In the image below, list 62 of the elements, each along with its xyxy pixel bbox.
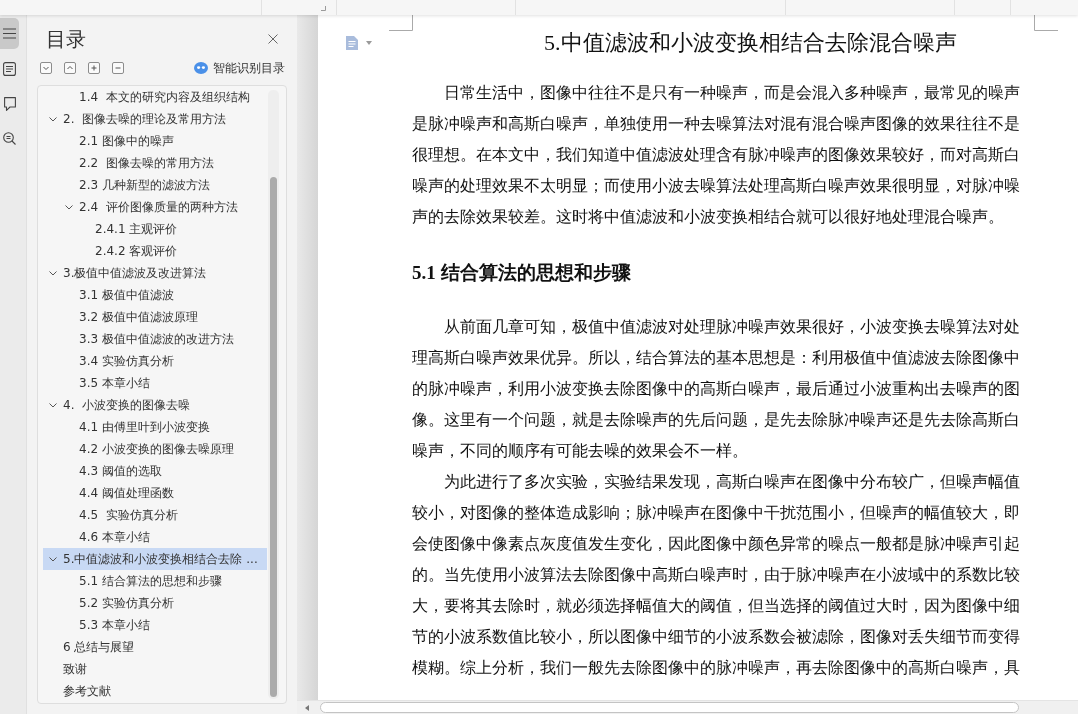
document-title: 5.中值滤波和小波变换相结合去除混合噪声: [544, 31, 957, 55]
close-icon[interactable]: [268, 34, 278, 44]
toc-item[interactable]: 2.4 评价图像质量的两种方法: [65, 196, 238, 218]
plus-icon[interactable]: [88, 62, 100, 74]
scrollbar-thumb[interactable]: [320, 702, 1019, 713]
toc-item[interactable]: 5.3 本章小结: [79, 614, 150, 636]
toc-item[interactable]: 2.3 几种新型的滤波方法: [79, 174, 210, 196]
bookmark-icon: [3, 96, 16, 111]
toc-item[interactable]: 致谢: [63, 658, 87, 680]
toc-item[interactable]: 3.4 实验仿真分析: [79, 350, 174, 372]
margin-mark-icon: [389, 15, 413, 31]
toc-item[interactable]: 2.1 图像中的噪声: [79, 130, 174, 152]
document-icon: [346, 36, 358, 50]
toc-item[interactable]: 4.6 本章小结: [79, 526, 150, 548]
toc-item[interactable]: 2.4.1 主观评价: [95, 218, 178, 240]
toc-item[interactable]: 3.3 极值中值滤波的改进方法: [79, 328, 234, 350]
bot-icon: [194, 62, 208, 74]
toc-item[interactable]: 2.2 图像去噪的常用方法: [79, 152, 214, 174]
list-icon: [3, 61, 16, 76]
scroll-left-icon[interactable]: [305, 704, 309, 711]
toc-item[interactable]: 4.5 实验仿真分析: [79, 504, 178, 526]
chevron-down-icon[interactable]: [49, 269, 57, 277]
smart-toc-button[interactable]: 智能识别目录: [194, 59, 285, 77]
toc-item[interactable]: 4.2 小波变换的图像去噪原理: [79, 438, 234, 460]
toc-item[interactable]: 3.2 极值中值滤波原理: [79, 306, 198, 328]
outline-button[interactable]: [0, 18, 19, 49]
toc-item[interactable]: 5.1 结合算法的思想和步骤: [79, 570, 222, 592]
caret-down-icon: [366, 41, 372, 45]
chevron-up-icon[interactable]: [64, 62, 76, 74]
chevron-down-icon[interactable]: [49, 555, 57, 563]
toc-item[interactable]: 1.4 本文的研究内容及组织结构: [79, 86, 250, 108]
toc-item[interactable]: 6 总结与展望: [63, 636, 135, 658]
toc-item[interactable]: 参考文献: [63, 680, 111, 702]
toc-item[interactable]: 4.1 由傅里叶到小波变换: [79, 416, 210, 438]
scrollbar-track[interactable]: [268, 90, 279, 699]
chevron-down-icon[interactable]: [49, 115, 57, 123]
toc-item[interactable]: 2.4.2 客观评价: [95, 240, 178, 262]
toc-item[interactable]: 5.2 实验仿真分析: [79, 592, 174, 614]
toc-item[interactable]: 3.1 极值中值滤波: [79, 284, 174, 306]
chevron-down-icon[interactable]: [65, 203, 73, 211]
chevron-down-icon[interactable]: [49, 401, 57, 409]
toc-item[interactable]: 4. 小波变换的图像去噪: [49, 394, 191, 416]
toc-item[interactable]: 4.3 阈值的选取: [79, 460, 162, 482]
paragraph: 为此进行了多次实验，实验结果发现，高斯白噪声在图像中分布较广，但噪声幅值较小，对图像的整体造成影响；脉冲噪声在图像中干扰范围小，但噪声的幅值较大，即会使图像中像素点灰度值发生变化，因此图像中颜色异常的噪点一般都是脉冲噪声引起的。当先使用小波算法去除图像中高斯白噪声时，由于脉冲噪声在小波域中的系数比较大，要将其去除时，就必须选择幅值大的阈值，但当选择的阈值过大时，因为图像中细节的小波系数值比较小，所以图像中细节的小波系数会被滤除，图像对丢失细节而变得模糊。综上分析，我们一般先去除图像中的脉冲噪声，再去除图像中的高斯白噪声，具: [412, 472, 1020, 678]
minus-icon[interactable]: [112, 62, 124, 74]
section-heading: 5.1 结合算法的思想和步骤: [412, 261, 632, 285]
toc-item[interactable]: 3.极值中值滤波及改进算法: [49, 262, 207, 284]
panel-title: 目录: [46, 27, 86, 51]
document-menu-button[interactable]: [346, 36, 372, 50]
toc-item[interactable]: 5.中值滤波和小波变换相结合去除 ...: [43, 548, 267, 570]
paragraph: 从前面几章可知，极值中值滤波对处理脉冲噪声效果很好，小波变换去噪算法对处理高斯白噪声效果优异。所以，结合算法的基本思想是：利用极值中值滤波去除图像中的脉冲噪声，利用小波变换去除图像中的高斯白噪声，最后通过小波重构出去噪声的图像。这里有一个问题，就是去除噪声的先后问题，是先去除脉冲噪声还是先去除高斯白噪声，不同的顺序有可能去噪的效果会不一样。: [412, 317, 1020, 461]
toc-item[interactable]: 4.4 阈值处理函数: [79, 482, 174, 504]
search-icon: [3, 132, 16, 145]
menu-icon: [3, 28, 16, 39]
horizontal-scrollbar[interactable]: [297, 700, 1078, 714]
margin-mark-icon: [1034, 15, 1058, 31]
toc-item[interactable]: 2. 图像去噪的理论及常用方法: [49, 108, 227, 130]
corner-mark-icon: [321, 6, 326, 11]
paragraph: 日常生活中，图像中往往不是只有一种噪声，而是会混入多种噪声，最常见的噪声是脉冲噪声和高斯白噪声，单独使用一种去噪算法对混有混合噪声图像的效果往往不是很理想。在本文中，我们知道中值滤波处理含有脉冲噪声的图像效果较好，而对高斯白噪声的处理效果不太明显；而使用小波去噪算法处理高斯白噪声效果很明显，对脉冲噪声的去除效果较差。这时将中值滤波和小波变换相结合就可以很好地处理混合噪声。: [412, 83, 1020, 227]
scrollbar-thumb[interactable]: [270, 177, 277, 697]
toc-item[interactable]: 3.5 本章小结: [79, 372, 150, 394]
chevron-down-icon[interactable]: [40, 62, 52, 74]
